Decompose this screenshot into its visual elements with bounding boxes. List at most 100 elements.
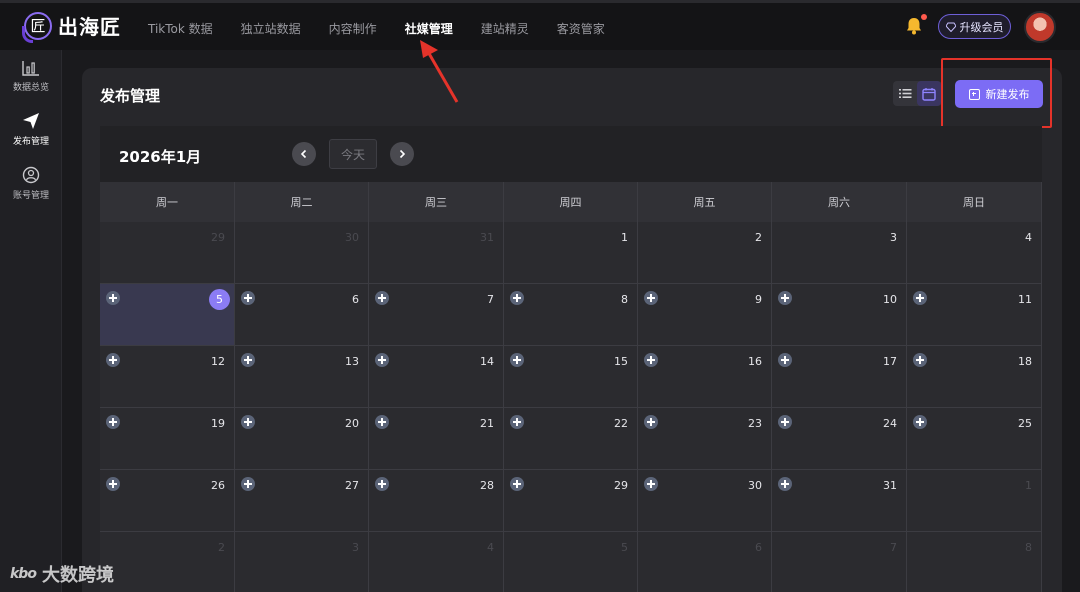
add-post-icon[interactable] — [106, 415, 120, 429]
calendar-day[interactable]: 31 — [369, 222, 504, 284]
add-post-icon[interactable] — [778, 291, 792, 305]
calendar-day[interactable]: 2 — [100, 532, 235, 592]
sidebar-item-overview[interactable]: 数据总览 — [0, 60, 62, 93]
calendar-day[interactable]: 30 — [638, 470, 772, 532]
nav-social-media[interactable]: 社媒管理 — [405, 20, 453, 37]
nav-content-creation[interactable]: 内容制作 — [329, 20, 377, 37]
add-post-icon[interactable] — [241, 353, 255, 367]
calendar-day[interactable]: 8 — [504, 284, 638, 346]
calendar-day[interactable]: 31 — [772, 470, 907, 532]
weekday-header: 周六 — [772, 182, 907, 222]
calendar-day[interactable]: 1 — [504, 222, 638, 284]
calendar-day[interactable]: 7 — [772, 532, 907, 592]
add-post-icon[interactable] — [913, 415, 927, 429]
list-view-button[interactable] — [893, 81, 917, 106]
calendar-day[interactable]: 28 — [369, 470, 504, 532]
logo-mark-icon: 匠 — [22, 11, 52, 43]
calendar-day[interactable]: 5 — [504, 532, 638, 592]
calendar-day[interactable]: 16 — [638, 346, 772, 408]
add-post-icon[interactable] — [510, 415, 524, 429]
calendar-day[interactable]: 3 — [235, 532, 369, 592]
day-number: 16 — [748, 355, 762, 368]
app-logo[interactable]: 匠 出海匠 — [22, 11, 121, 43]
calendar-day[interactable]: 29 — [100, 222, 235, 284]
prev-month-button[interactable] — [292, 142, 316, 166]
calendar-day[interactable]: 2 — [638, 222, 772, 284]
annotation-arrow-icon — [420, 40, 459, 103]
add-post-icon[interactable] — [510, 477, 524, 491]
calendar-day[interactable]: 14 — [369, 346, 504, 408]
top-bar: 匠 出海匠 TikTok 数据 独立站数据 内容制作 社媒管理 建站精灵 客资管… — [0, 0, 1080, 50]
nav-store-data[interactable]: 独立站数据 — [241, 20, 301, 37]
calendar-day[interactable]: 7 — [369, 284, 504, 346]
calendar-day[interactable]: 10 — [772, 284, 907, 346]
add-post-icon[interactable] — [913, 291, 927, 305]
calendar-day-today[interactable]: 5 — [100, 284, 235, 346]
day-number: 23 — [748, 417, 762, 430]
calendar-day[interactable]: 27 — [235, 470, 369, 532]
add-post-icon[interactable] — [375, 415, 389, 429]
avatar[interactable] — [1024, 11, 1056, 43]
add-post-icon[interactable] — [241, 415, 255, 429]
upgrade-label: 升级会员 — [959, 20, 1004, 34]
add-post-icon[interactable] — [106, 353, 120, 367]
calendar-day[interactable]: 11 — [907, 284, 1042, 346]
day-number: 4 — [1025, 231, 1032, 244]
calendar-day[interactable]: 24 — [772, 408, 907, 470]
add-post-icon[interactable] — [644, 477, 658, 491]
calendar-day[interactable]: 15 — [504, 346, 638, 408]
next-month-button[interactable] — [390, 142, 414, 166]
calendar-day[interactable]: 12 — [100, 346, 235, 408]
add-post-icon[interactable] — [375, 477, 389, 491]
calendar-day[interactable]: 4 — [369, 532, 504, 592]
add-post-icon[interactable] — [644, 415, 658, 429]
calendar-day[interactable]: 4 — [907, 222, 1042, 284]
nav-tiktok-data[interactable]: TikTok 数据 — [148, 20, 213, 37]
calendar-view-button[interactable] — [917, 81, 941, 106]
add-post-icon[interactable] — [644, 291, 658, 305]
nav-site-builder[interactable]: 建站精灵 — [481, 20, 529, 37]
calendar-day[interactable]: 18 — [907, 346, 1042, 408]
add-post-icon[interactable] — [375, 291, 389, 305]
calendar-day[interactable]: 9 — [638, 284, 772, 346]
add-post-icon[interactable] — [510, 353, 524, 367]
add-post-icon[interactable] — [241, 291, 255, 305]
day-number: 1 — [1025, 479, 1032, 492]
day-number: 12 — [211, 355, 225, 368]
calendar-day[interactable]: 25 — [907, 408, 1042, 470]
add-post-icon[interactable] — [644, 353, 658, 367]
add-post-icon[interactable] — [778, 477, 792, 491]
calendar-day[interactable]: 20 — [235, 408, 369, 470]
calendar-day[interactable]: 22 — [504, 408, 638, 470]
sidebar-item-accounts[interactable]: 账号管理 — [0, 166, 62, 201]
add-post-icon[interactable] — [778, 353, 792, 367]
add-post-icon[interactable] — [913, 353, 927, 367]
add-post-icon[interactable] — [106, 477, 120, 491]
calendar-day[interactable]: 6 — [638, 532, 772, 592]
calendar-day[interactable]: 17 — [772, 346, 907, 408]
add-post-icon[interactable] — [510, 291, 524, 305]
calendar-day[interactable]: 19 — [100, 408, 235, 470]
day-number: 27 — [345, 479, 359, 492]
calendar-day[interactable]: 6 — [235, 284, 369, 346]
weekday-header: 周二 — [235, 182, 369, 222]
day-number: 7 — [890, 541, 897, 554]
upgrade-button[interactable]: 升级会员 — [938, 14, 1011, 39]
calendar-day[interactable]: 8 — [907, 532, 1042, 592]
add-post-icon[interactable] — [375, 353, 389, 367]
calendar-day[interactable]: 13 — [235, 346, 369, 408]
calendar-day[interactable]: 29 — [504, 470, 638, 532]
add-post-icon[interactable] — [106, 291, 120, 305]
day-number: 4 — [487, 541, 494, 554]
calendar-day[interactable]: 1 — [907, 470, 1042, 532]
add-post-icon[interactable] — [241, 477, 255, 491]
calendar-day[interactable]: 3 — [772, 222, 907, 284]
nav-lead-manager[interactable]: 客资管家 — [557, 20, 605, 37]
calendar-day[interactable]: 23 — [638, 408, 772, 470]
calendar-day[interactable]: 26 — [100, 470, 235, 532]
sidebar-item-publish[interactable]: 发布管理 — [0, 112, 62, 147]
today-button[interactable]: 今天 — [329, 139, 377, 169]
add-post-icon[interactable] — [778, 415, 792, 429]
calendar-day[interactable]: 21 — [369, 408, 504, 470]
calendar-day[interactable]: 30 — [235, 222, 369, 284]
